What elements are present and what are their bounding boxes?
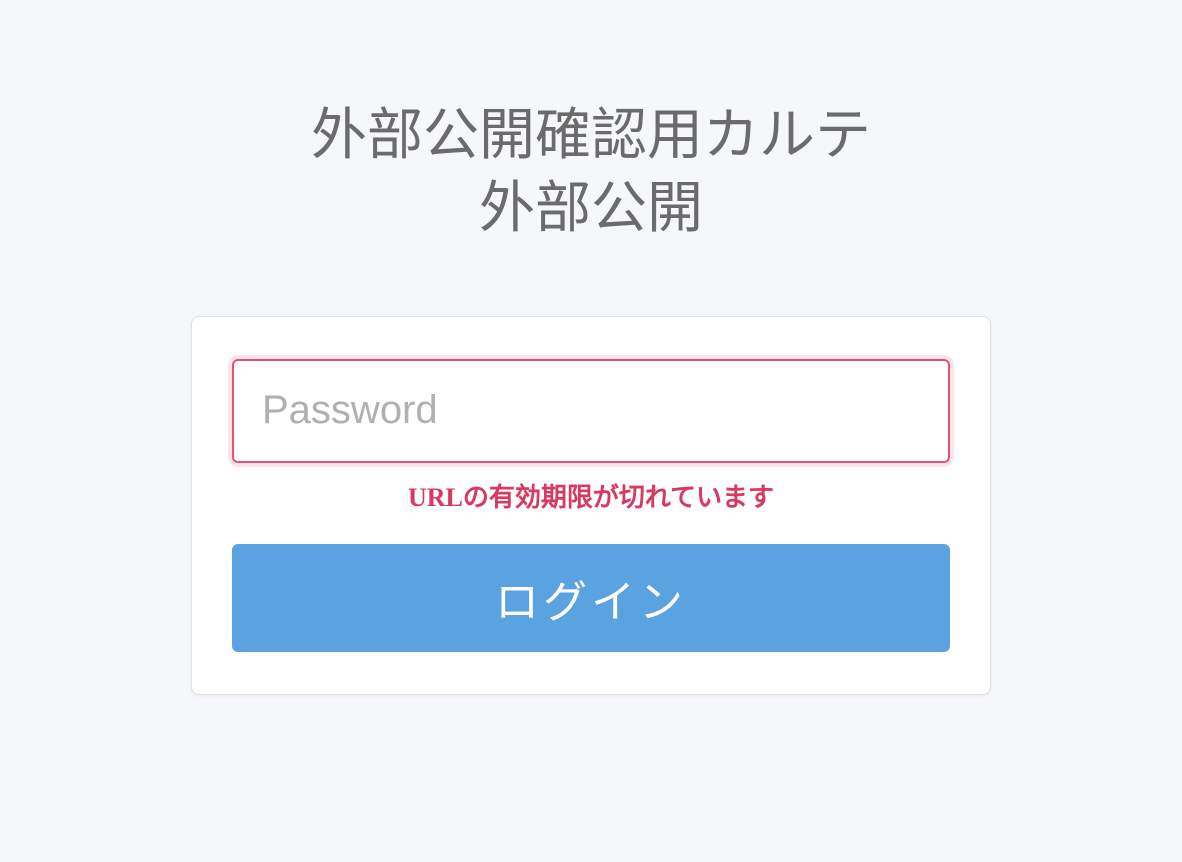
login-card: URLの有効期限が切れています ログイン [191,316,991,695]
password-field-wrapper [232,359,950,463]
page-title-container: 外部公開確認用カルテ 外部公開 [311,100,871,246]
page-title-line1: 外部公開確認用カルテ [311,100,871,173]
login-button[interactable]: ログイン [232,544,950,652]
page-title-line2: 外部公開 [311,173,871,246]
error-message: URLの有効期限が切れています [232,477,950,514]
password-input[interactable] [232,359,950,463]
